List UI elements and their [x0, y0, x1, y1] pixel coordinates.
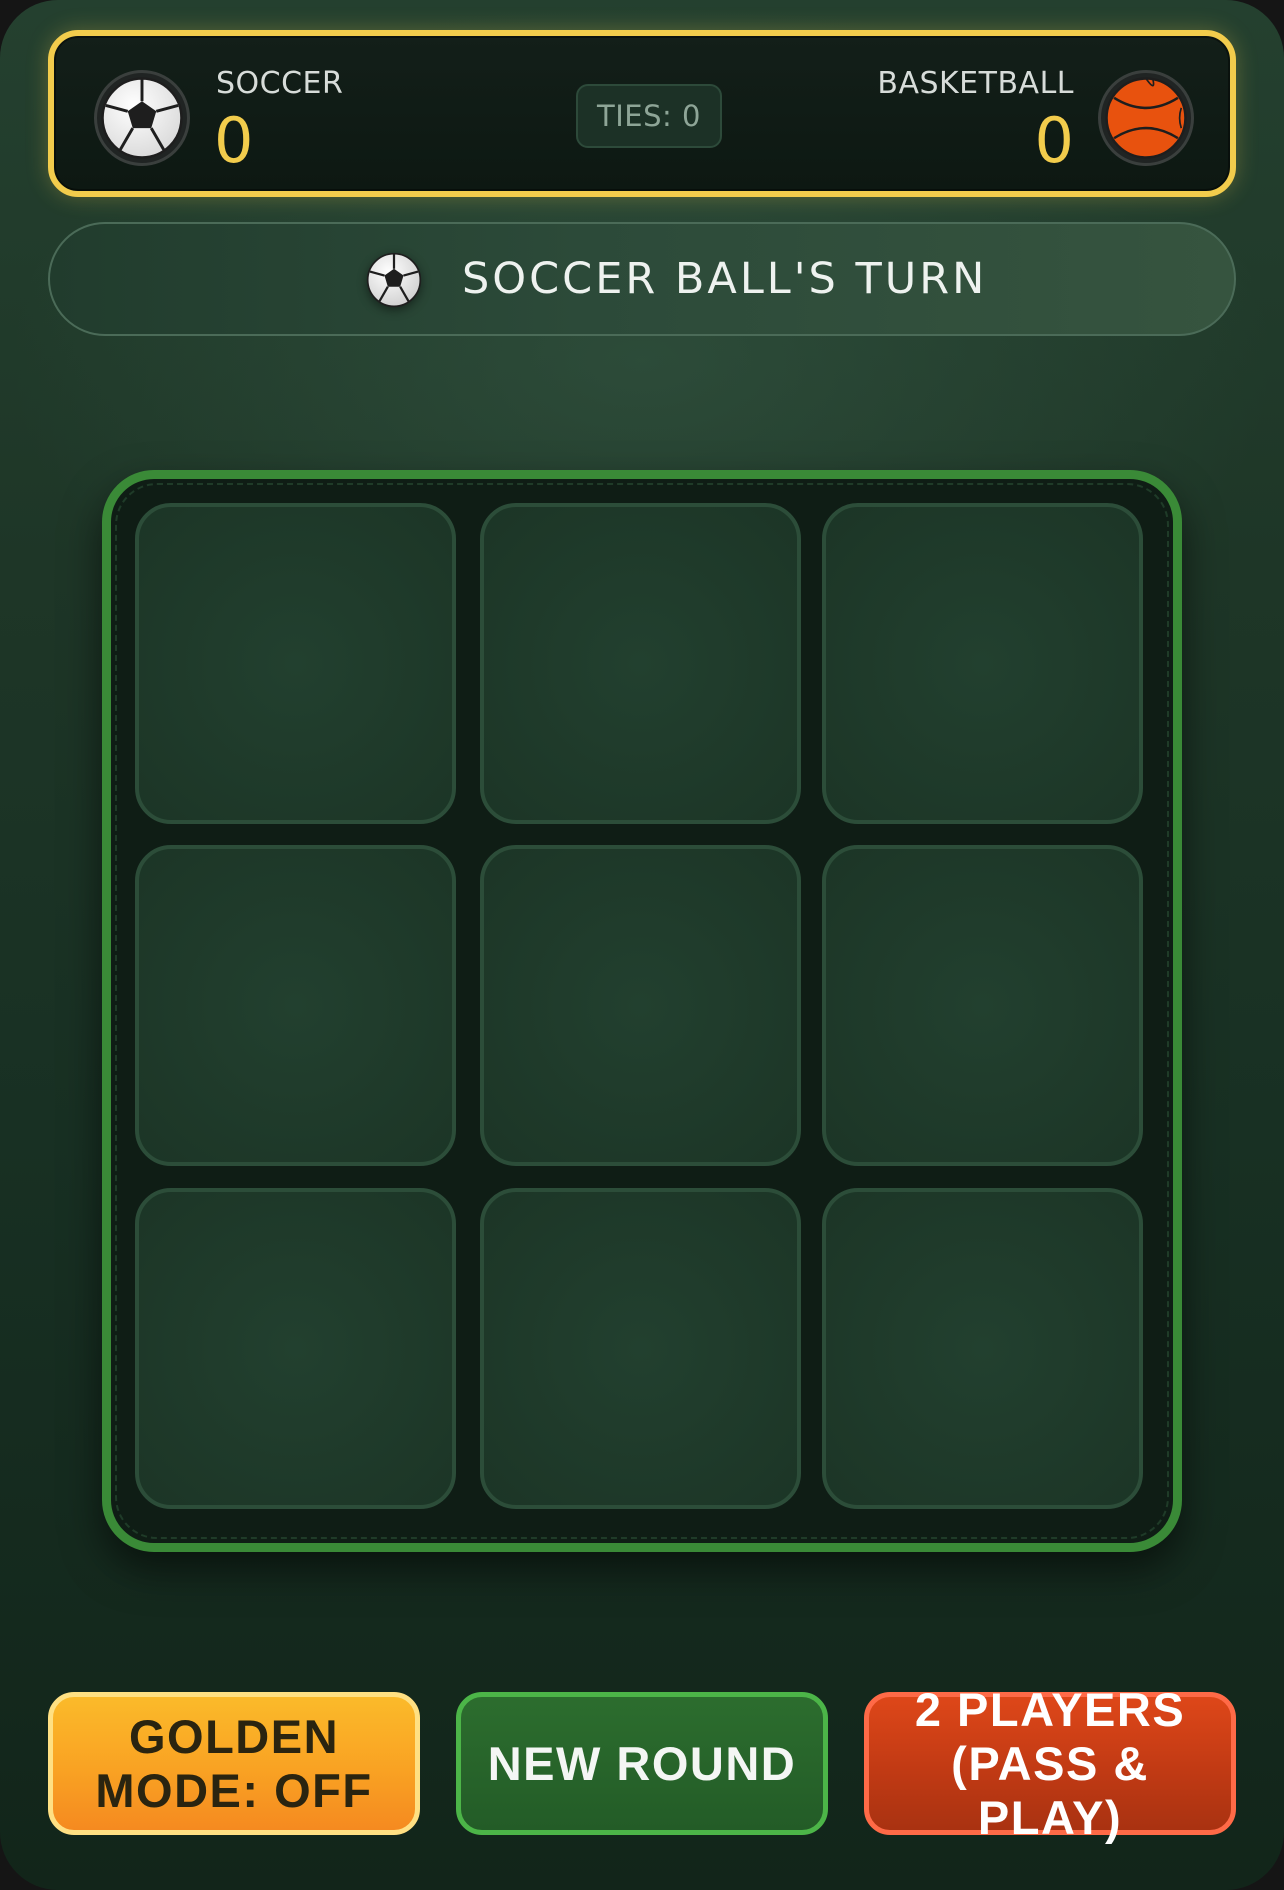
- new-round-label: NEW ROUND: [487, 1736, 797, 1790]
- turn-indicator: SOCCER BALL'S TURN: [48, 222, 1236, 336]
- player1-score: 0: [214, 104, 254, 177]
- board-cell-9[interactable]: [822, 1188, 1143, 1509]
- board-cell-4[interactable]: [135, 845, 456, 1166]
- board-cell-6[interactable]: [822, 845, 1143, 1166]
- basketball-icon: [1098, 70, 1194, 166]
- player2-label: BASKETBALL: [877, 66, 1074, 101]
- players-mode-button[interactable]: 2 PLAYERS (PASS & PLAY): [864, 1683, 1236, 1844]
- player2-score: 0: [1034, 104, 1074, 177]
- soccer-ball-icon: [94, 70, 190, 166]
- ties-counter: TIES: 0: [576, 84, 722, 148]
- golden-mode-button[interactable]: GOLDEN MODE: OFF: [48, 1692, 420, 1835]
- board-cell-7[interactable]: [135, 1188, 456, 1509]
- game-board: [102, 470, 1182, 1552]
- board-cell-8[interactable]: [480, 1188, 801, 1509]
- board-cell-5[interactable]: [480, 845, 801, 1166]
- board-cell-2[interactable]: [480, 503, 801, 824]
- scoreboard: SOCCER 0 TIES: 0 BASKETBALL 0: [48, 30, 1236, 197]
- new-round-button[interactable]: NEW ROUND: [456, 1692, 828, 1835]
- board-cell-1[interactable]: [135, 503, 456, 824]
- turn-text: SOCCER BALL'S TURN: [462, 254, 988, 304]
- game-screen: SOCCER 0 TIES: 0 BASKETBALL 0 SOCCER BAL…: [0, 0, 1284, 1890]
- players-mode-label: 2 PLAYERS (PASS & PLAY): [914, 1682, 1186, 1844]
- golden-mode-label: GOLDEN MODE: OFF: [95, 1709, 373, 1817]
- player1-label: SOCCER: [216, 66, 344, 101]
- board-cell-3[interactable]: [822, 503, 1143, 824]
- soccer-ball-icon: [358, 244, 430, 316]
